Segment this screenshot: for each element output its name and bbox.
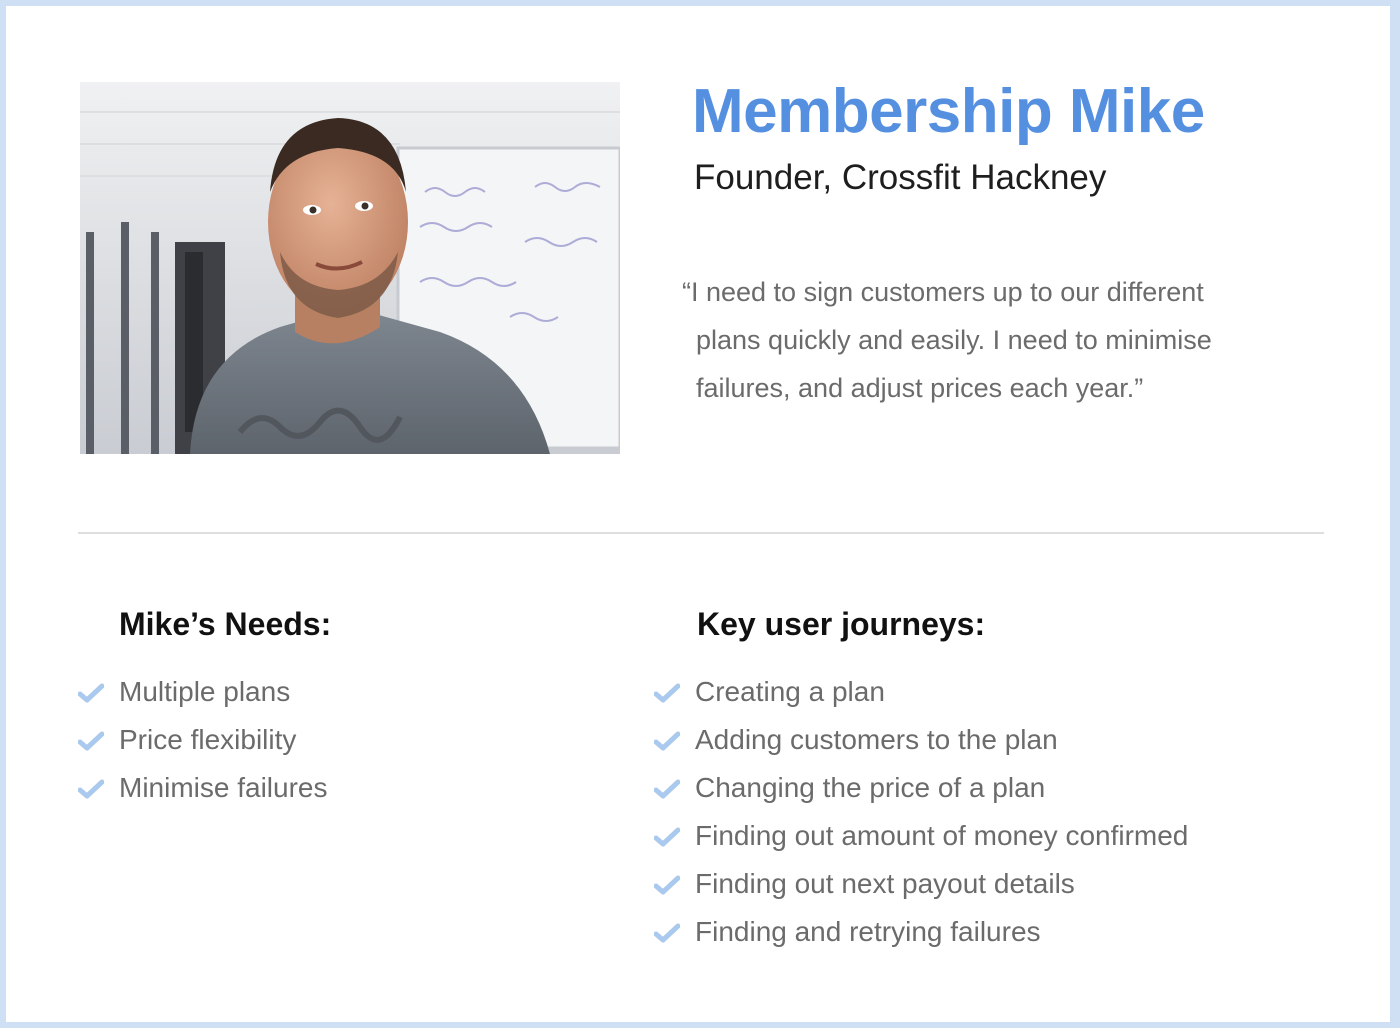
checkmark-icon	[654, 827, 680, 847]
quote-line: failures, and adjust prices each year.”	[696, 373, 1144, 403]
list-item-label: Finding and retrying failures	[695, 916, 1041, 947]
persona-name: Membership Mike	[692, 77, 1205, 146]
checkmark-icon	[654, 923, 680, 943]
list-item: Multiple plans	[78, 668, 328, 716]
checkmark-icon	[654, 731, 680, 751]
journeys-list: Creating a plan Adding customers to the …	[654, 668, 1188, 956]
persona-role: Founder, Crossfit Hackney	[694, 158, 1107, 197]
list-item: Changing the price of a plan	[654, 764, 1188, 812]
persona-card: Membership Mike Founder, Crossfit Hackne…	[6, 6, 1390, 1022]
checkmark-icon	[654, 779, 680, 799]
quote-line: plans quickly and easily. I need to mini…	[696, 325, 1212, 355]
list-item-label: Multiple plans	[119, 676, 291, 707]
list-item-label: Minimise failures	[119, 772, 328, 803]
list-item: Minimise failures	[78, 764, 328, 812]
list-item-label: Price flexibility	[119, 724, 297, 755]
list-item: Creating a plan	[654, 668, 1188, 716]
persona-photo	[80, 82, 620, 454]
list-item-label: Finding out amount of money confirmed	[695, 820, 1189, 851]
list-item-label: Changing the price of a plan	[695, 772, 1046, 803]
checkmark-icon	[78, 779, 104, 799]
list-item-label: Creating a plan	[695, 676, 885, 707]
list-item: Price flexibility	[78, 716, 328, 764]
list-item: Adding customers to the plan	[654, 716, 1188, 764]
checkmark-icon	[78, 683, 104, 703]
needs-heading: Mike’s Needs:	[119, 606, 332, 642]
checkmark-icon	[78, 731, 104, 751]
checkmark-icon	[654, 875, 680, 895]
persona-quote: “I need to sign customers up to our diff…	[682, 268, 1212, 412]
list-item: Finding out next payout details	[654, 860, 1188, 908]
checkmark-icon	[654, 683, 680, 703]
needs-list: Multiple plans Price flexibility Minimis…	[78, 668, 328, 812]
list-item: Finding and retrying failures	[654, 908, 1188, 956]
journeys-heading: Key user journeys:	[697, 606, 986, 642]
list-item-label: Adding customers to the plan	[695, 724, 1058, 755]
quote-line: “I need to sign customers up to our diff…	[682, 277, 1204, 307]
persona-photo-illustration	[80, 82, 620, 454]
section-divider	[78, 532, 1324, 534]
list-item: Finding out amount of money confirmed	[654, 812, 1188, 860]
list-item-label: Finding out next payout details	[695, 868, 1075, 899]
